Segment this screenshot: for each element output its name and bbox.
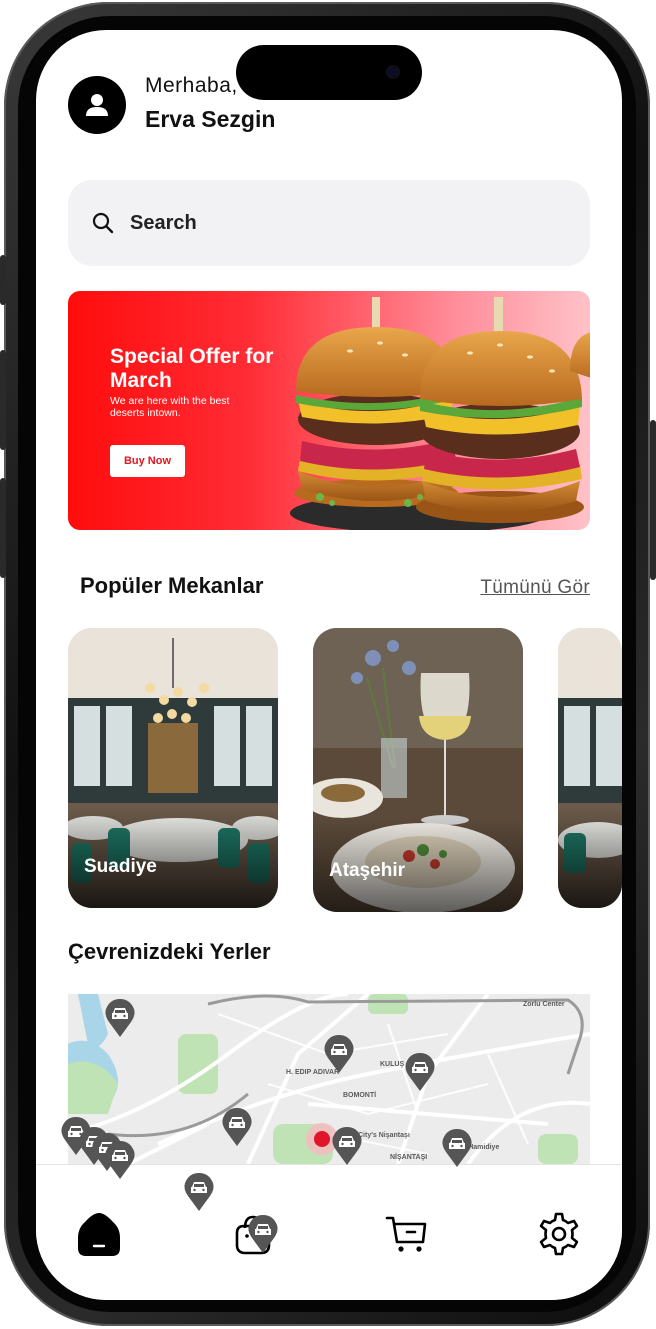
venue-card-partial[interactable]	[558, 628, 622, 908]
nearby-map[interactable]: Zorlu Center H. EDIP ADIVAR BOMONTİ KULU…	[68, 994, 590, 1164]
home-icon	[78, 1213, 120, 1256]
see-all-link[interactable]: Tümünü Gör	[480, 577, 590, 599]
venue-card-atasehir[interactable]: Ataşehir	[313, 628, 523, 912]
gear-icon	[539, 1212, 579, 1256]
venue-card-suadiye[interactable]: Suadiye	[68, 628, 278, 908]
side-button-silent	[0, 255, 6, 305]
car-pin-icon[interactable]	[183, 1172, 215, 1217]
nav-settings[interactable]	[534, 1209, 584, 1259]
side-button-volume-up	[0, 350, 6, 450]
popular-title: Popüler Mekanlar	[80, 573, 264, 598]
car-pin-icon[interactable]	[441, 1128, 473, 1173]
map-label: City's Nişantaşı	[358, 1132, 410, 1139]
side-button-volume-down	[0, 478, 6, 578]
car-pin-icon[interactable]	[404, 1052, 436, 1097]
buy-now-button[interactable]: Buy Now	[110, 445, 185, 477]
map-label: BOMONTİ	[343, 1091, 376, 1099]
search-input[interactable]	[128, 210, 512, 236]
banner-subtitle: We are here with the best deserts intown…	[110, 395, 230, 419]
venue-name: Suadiye	[84, 856, 157, 877]
user-icon	[86, 94, 108, 116]
camera-icon	[386, 65, 400, 79]
app-screen: Merhaba, Erva Sezgin Special Offer for M…	[36, 30, 622, 1300]
venue-name: Ataşehir	[329, 860, 406, 881]
greeting-text: Merhaba,	[145, 74, 238, 97]
car-pin-icon[interactable]	[104, 998, 136, 1043]
car-pin-icon[interactable]	[221, 1107, 253, 1152]
map-canvas: Zorlu Center H. EDIP ADIVAR BOMONTİ KULU…	[68, 994, 590, 1164]
car-pin-icon[interactable]	[104, 1140, 136, 1185]
map-label: KULUŞ	[380, 1061, 404, 1068]
banner-title: Special Offer for March	[110, 345, 274, 392]
burger-image	[290, 297, 590, 530]
car-pin-icon[interactable]	[323, 1034, 355, 1079]
user-name: Erva Sezgin	[145, 106, 276, 132]
cart-icon	[385, 1216, 427, 1252]
avatar[interactable]	[68, 76, 126, 134]
nearby-title: Çevrenizdeki Yerler	[68, 939, 271, 964]
promo-banner[interactable]: Special Offer for March We are here with…	[68, 291, 590, 530]
car-pin-icon[interactable]	[247, 1214, 279, 1259]
search-icon	[90, 210, 116, 236]
nav-home[interactable]	[74, 1209, 124, 1259]
map-label: Zorlu Center	[523, 1001, 565, 1008]
map-label: NİŞANTAŞI	[390, 1153, 427, 1161]
car-pin-icon[interactable]	[331, 1126, 363, 1171]
restaurant-photo	[558, 628, 622, 908]
nav-cart[interactable]	[382, 1209, 432, 1259]
dynamic-island	[236, 45, 422, 100]
side-button-power	[650, 420, 656, 580]
search-bar[interactable]	[68, 180, 590, 266]
